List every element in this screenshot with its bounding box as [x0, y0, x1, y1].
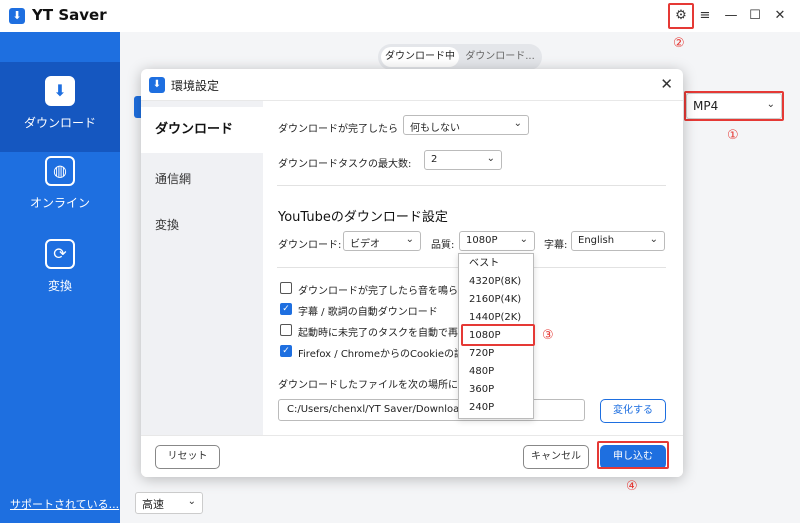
chevron-down-icon: ⌄	[486, 153, 495, 164]
nav-download[interactable]: ダウンロード	[141, 107, 263, 153]
highlight-apply	[597, 441, 669, 469]
checkbox-sound[interactable]	[280, 282, 292, 294]
chevron-down-icon: ⌄	[519, 234, 528, 245]
callout-2: ②	[673, 36, 685, 51]
callout-4: ④	[626, 479, 638, 494]
speed-select[interactable]: 高速 ⌄	[135, 492, 203, 514]
chevron-down-icon: ⌄	[649, 234, 658, 245]
preferences-dialog: ⬇ 環境設定 ✕ ダウンロード 通信網 変換 ダウンロードが完了したら 何もしな…	[141, 69, 683, 477]
download-type-value: ビデオ	[350, 239, 380, 250]
sidebar: ⬇ ダウンロード ◍ オンライン ⟳ 変換 サポートされている...	[0, 32, 120, 523]
download-tabs: ダウンロード中 ダウンロード...	[378, 44, 542, 70]
divider	[277, 185, 666, 186]
nav-network[interactable]: 通信網	[141, 156, 263, 202]
checkbox-cookies-label: Firefox / ChromeからのCookieの読み	[298, 349, 474, 360]
dialog-logo-icon: ⬇	[149, 77, 165, 93]
quality-option[interactable]: 360P	[459, 381, 533, 399]
dialog-nav: ダウンロード 通信網 変換	[141, 101, 263, 435]
quality-option[interactable]: 480P	[459, 363, 533, 381]
convert-icon: ⟳	[45, 239, 75, 269]
quality-value: 1080P	[466, 235, 498, 246]
tab-downloading[interactable]: ダウンロード中	[381, 47, 459, 67]
sidebar-item-download[interactable]: ⬇ ダウンロード	[0, 62, 120, 152]
sidebar-item-label: ダウンロード	[23, 116, 96, 130]
sidebar-item-label: オンライン	[29, 196, 90, 210]
subtitle-label: 字幕:	[544, 240, 568, 251]
dialog-header: ⬇ 環境設定 ✕	[141, 69, 683, 101]
sidebar-item-label: 変換	[47, 279, 72, 293]
subtitle-value: English	[578, 235, 615, 246]
callout-3: ③	[542, 328, 554, 343]
download-type-select[interactable]: ビデオ ⌄	[343, 231, 421, 251]
after-complete-label: ダウンロードが完了したら	[278, 124, 398, 135]
max-tasks-label: ダウンロードタスクの最大数:	[278, 159, 412, 170]
download-type-label: ダウンロード:	[278, 240, 342, 251]
after-complete-select[interactable]: 何もしない ⌄	[403, 115, 529, 135]
change-location-button[interactable]: 変化する	[600, 399, 666, 423]
max-tasks-select[interactable]: 2 ⌄	[424, 150, 502, 170]
download-icon: ⬇	[45, 76, 75, 106]
highlight-settings	[668, 3, 694, 29]
app-logo-download-icon: ⬇	[9, 8, 25, 24]
app-title: YT Saver	[32, 6, 107, 24]
save-location-label: ダウンロードしたファイルを次の場所に保	[278, 380, 468, 391]
checkbox-subtitles[interactable]: ✓	[280, 303, 292, 315]
checkbox-sound-label: ダウンロードが完了したら音を鳴らす	[298, 286, 468, 297]
maximize-icon[interactable]: ☐	[745, 6, 765, 26]
speed-value: 高速	[142, 498, 164, 511]
nav-convert[interactable]: 変換	[141, 202, 263, 248]
checkbox-resume[interactable]	[280, 324, 292, 336]
youtube-section-title: YouTubeのダウンロード設定	[278, 210, 448, 225]
menu-icon[interactable]: ≡	[695, 6, 715, 26]
cancel-button[interactable]: キャンセル	[523, 445, 589, 469]
tab-downloaded[interactable]: ダウンロード...	[462, 47, 538, 67]
checkbox-cookies[interactable]: ✓	[280, 345, 292, 357]
chevron-down-icon: ⌄	[513, 118, 522, 129]
quality-option[interactable]: 2160P(4K)	[459, 291, 533, 309]
quality-option[interactable]: ベスト	[459, 255, 533, 273]
chevron-down-icon: ⌄	[187, 496, 196, 507]
support-link[interactable]: サポートされている...	[10, 496, 119, 512]
quality-option[interactable]: 240P	[459, 399, 533, 417]
dialog-close-icon[interactable]: ✕	[660, 75, 673, 93]
dialog-title: 環境設定	[171, 79, 220, 93]
chevron-down-icon: ⌄	[405, 234, 414, 245]
quality-label: 品質:	[431, 240, 455, 251]
callout-1: ①	[727, 128, 739, 143]
sidebar-item-convert[interactable]: ⟳ 変換	[0, 239, 120, 299]
quality-select[interactable]: 1080P ⌄	[459, 231, 535, 251]
globe-icon: ◍	[45, 156, 75, 186]
save-path-input[interactable]: C:/Users/chenxl/YT Saver/Download	[278, 399, 585, 421]
minimize-icon[interactable]: —	[721, 6, 741, 26]
highlight-1080p	[461, 324, 535, 346]
after-complete-value: 何もしない	[410, 123, 460, 134]
quality-option[interactable]: 4320P(8K)	[459, 273, 533, 291]
max-tasks-value: 2	[431, 154, 438, 165]
checkbox-subtitles-label: 字幕 / 歌詞の自動ダウンロード	[298, 307, 438, 318]
sidebar-item-online[interactable]: ◍ オンライン	[0, 156, 120, 216]
close-icon[interactable]: ✕	[770, 6, 790, 26]
highlight-format	[684, 91, 784, 121]
subtitle-select[interactable]: English ⌄	[571, 231, 665, 251]
quality-option[interactable]: 720P	[459, 345, 533, 363]
reset-button[interactable]: リセット	[155, 445, 220, 469]
checkbox-resume-label: 起動時に未完了のタスクを自動で再開	[298, 328, 468, 339]
